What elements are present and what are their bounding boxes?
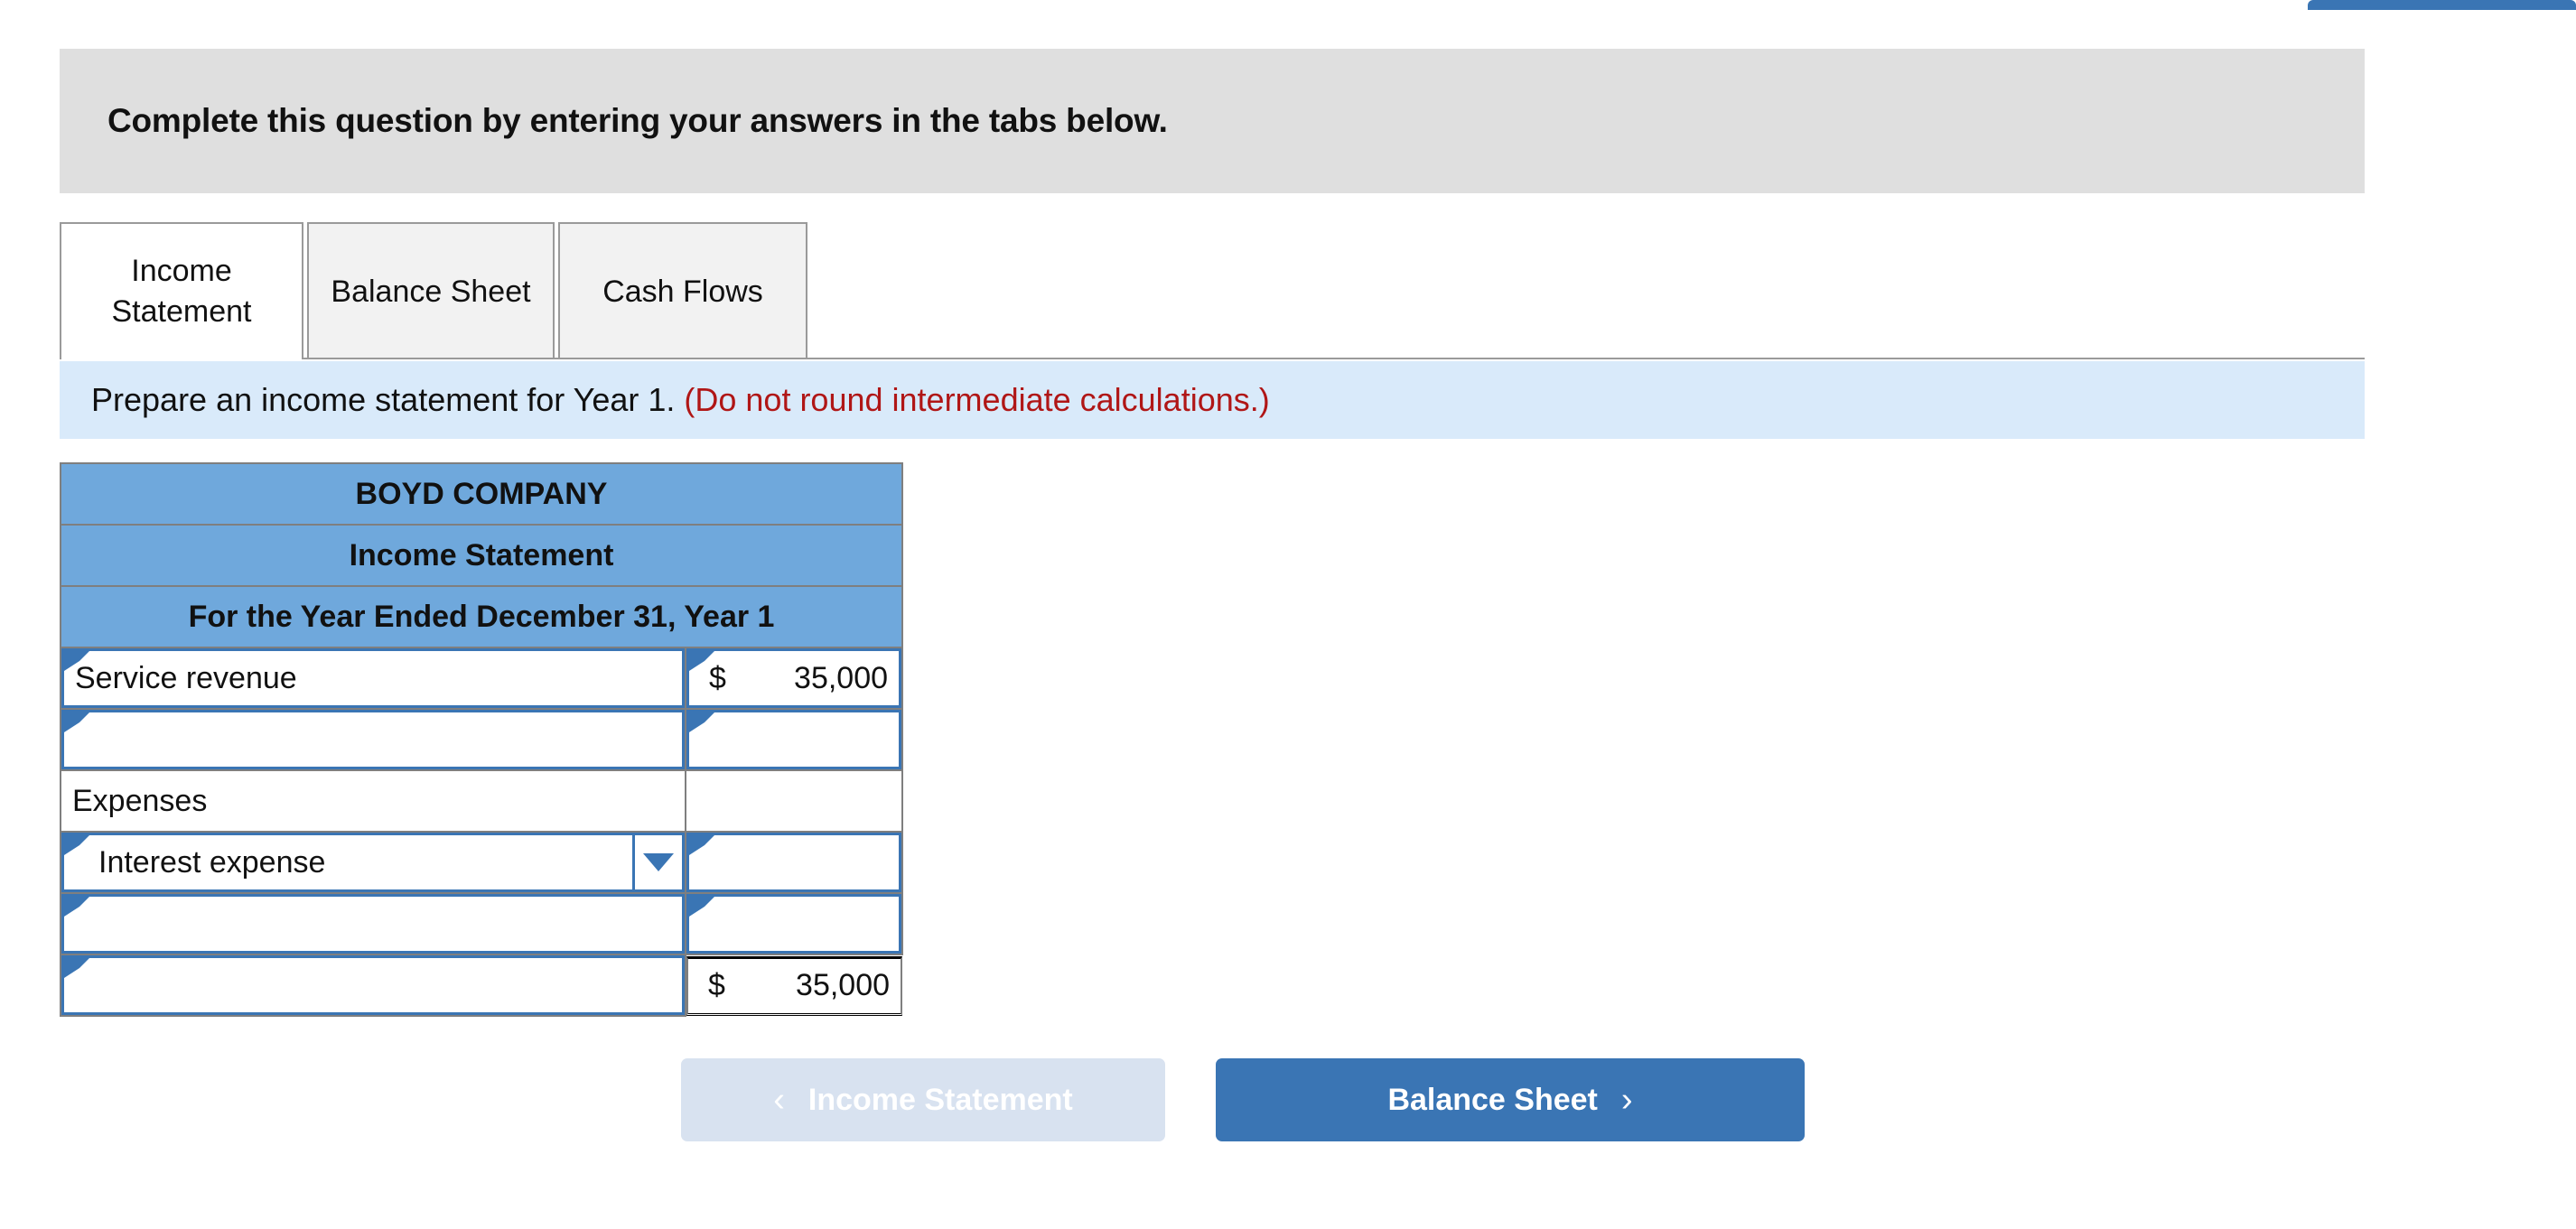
top-partial-button-stub[interactable] <box>2308 0 2576 10</box>
chevron-down-icon <box>643 853 674 871</box>
account-cell <box>60 708 686 771</box>
requirement-text-wrap: Prepare an income statement for Year 1.(… <box>60 381 1270 419</box>
tab-income-statement-label: Income Statement <box>111 254 252 329</box>
tab-balance-sheet[interactable]: Balance Sheet <box>307 222 555 359</box>
question-banner-text: Complete this question by entering your … <box>107 102 1168 139</box>
table-row: Interest expense <box>60 831 904 894</box>
tab-cash-flows-label: Cash Flows <box>602 274 763 309</box>
account-cell <box>60 954 686 1017</box>
question-banner: Complete this question by entering your … <box>60 49 2365 193</box>
requirement-note: (Do not round intermediate calculations.… <box>684 381 1270 418</box>
prev-income-statement-button[interactable]: ‹ Income Statement <box>681 1058 1165 1141</box>
amount-input-0-value: 35,000 <box>794 660 889 695</box>
account-input-1[interactable] <box>61 710 685 769</box>
worksheet-period-row: For the Year Ended December 31, Year 1 <box>59 585 904 648</box>
account-dropdown-3-toggle[interactable] <box>632 835 682 889</box>
account-input-4[interactable] <box>61 894 685 954</box>
account-dropdown-3-value: Interest expense <box>98 844 326 880</box>
account-cell <box>60 892 686 955</box>
tab-strip: Income Statement Balance Sheet Cash Flow… <box>60 222 2365 361</box>
statement-period-cell: For the Year Ended December 31, Year 1 <box>59 585 904 648</box>
amount-cell <box>684 892 904 955</box>
tab-strip-rule <box>60 358 2365 359</box>
account-input-0[interactable]: Service revenue <box>61 648 685 708</box>
table-row: Expenses <box>60 769 904 833</box>
company-name-cell: BOYD COMPANY <box>59 462 904 526</box>
table-row <box>60 708 904 771</box>
worksheet-subtitle-row: Income Statement <box>59 524 904 587</box>
prev-button-label: Income Statement <box>807 1082 1073 1117</box>
amount-input-4[interactable] <box>686 894 902 954</box>
net-income-total: $ 35,000 <box>686 955 903 1016</box>
amount-cell: $ 35,000 <box>684 647 904 710</box>
statement-name-cell: Income Statement <box>59 524 904 587</box>
table-row: Service revenue $ 35,000 <box>60 647 904 710</box>
tab-income-statement[interactable]: Income Statement <box>60 222 303 359</box>
expenses-label-cell: Expenses <box>60 769 686 833</box>
chevron-left-icon: ‹ <box>773 1081 785 1119</box>
chevron-right-icon: › <box>1620 1081 1633 1119</box>
amount-cell <box>684 708 904 771</box>
currency-symbol-5: $ <box>708 968 725 1002</box>
currency-symbol-0: $ <box>709 660 726 695</box>
tab-cash-flows[interactable]: Cash Flows <box>558 222 807 359</box>
next-button-label: Balance Sheet <box>1387 1082 1598 1117</box>
income-statement-table: BOYD COMPANY Income Statement For the Ye… <box>59 462 904 1017</box>
table-row-total: $ 35,000 <box>60 954 903 1017</box>
account-input-5[interactable] <box>61 955 685 1015</box>
requirement-text: Prepare an income statement for Year 1. <box>91 381 676 418</box>
amount-input-3[interactable] <box>686 833 902 892</box>
total-amount-cell: $ 35,000 <box>686 954 903 1016</box>
amount-input-0[interactable]: $ 35,000 <box>686 648 902 708</box>
account-cell: Interest expense <box>60 831 686 894</box>
tab-navigation: ‹ Income Statement Balance Sheet › <box>681 1058 1873 1141</box>
amount-cell <box>684 831 904 894</box>
amount-input-1[interactable] <box>686 710 902 769</box>
income-statement-worksheet: BOYD COMPANY Income Statement For the Ye… <box>59 462 904 1017</box>
tab-balance-sheet-label: Balance Sheet <box>331 274 531 309</box>
requirement-bar: Prepare an income statement for Year 1.(… <box>60 361 2365 439</box>
account-cell: Service revenue <box>60 647 686 710</box>
next-balance-sheet-button[interactable]: Balance Sheet › <box>1216 1058 1805 1141</box>
table-row <box>60 892 904 955</box>
account-dropdown-3[interactable]: Interest expense <box>61 833 685 892</box>
worksheet-title-row: BOYD COMPANY <box>59 462 904 526</box>
account-input-0-value: Service revenue <box>75 660 297 695</box>
expenses-amount-cell <box>684 769 904 833</box>
net-income-total-value: 35,000 <box>796 968 891 1002</box>
